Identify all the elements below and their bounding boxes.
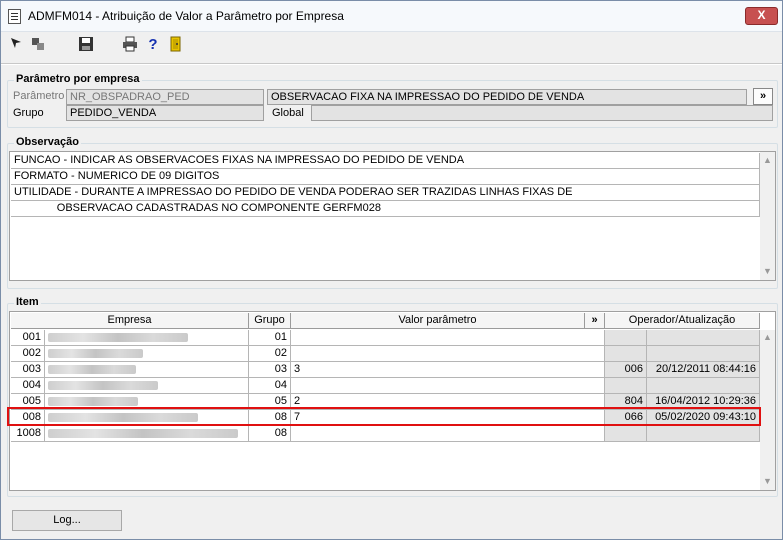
parametro-description-field[interactable]: OBSERVACAO FIXA NA IMPRESSAO DO PEDIDO D…: [267, 89, 747, 105]
global-field[interactable]: [311, 105, 773, 121]
observacao-line: OBSERVACAO CADASTRADAS NO COMPONENTE GER…: [11, 201, 760, 217]
parametro-label: Parâmetro: [13, 90, 65, 102]
document-icon: [8, 9, 21, 24]
window-title: ADMFM014 - Atribuição de Valor a Parâmet…: [28, 9, 344, 23]
grupo-cell: 08: [249, 426, 291, 442]
column-header-operador[interactable]: Operador/Atualização: [605, 313, 760, 329]
observacao-line: FUNCAO - INDICAR AS OBSERVACOES FIXAS NA…: [11, 153, 760, 169]
empresa-name-redacted: [45, 378, 249, 394]
close-button[interactable]: X: [745, 7, 778, 25]
observacao-line: UTILIDADE - DURANTE A IMPRESSAO DO PEDID…: [11, 185, 760, 201]
global-label: Global: [272, 107, 304, 119]
grupo-cell: 01: [249, 330, 291, 346]
scroll-down-icon[interactable]: ▼: [760, 474, 775, 489]
grupo-cell: 02: [249, 346, 291, 362]
valor-cell[interactable]: [291, 426, 605, 442]
grupo-cell: 03: [249, 362, 291, 378]
observacao-group-label: Observação: [14, 136, 81, 148]
column-header-empresa[interactable]: Empresa: [11, 313, 249, 329]
scroll-down-icon[interactable]: ▼: [760, 264, 775, 279]
valor-cell[interactable]: [291, 330, 605, 346]
empresa-code: 004: [11, 378, 45, 394]
empresa-code: 1008: [11, 426, 45, 442]
item-group-label: Item: [14, 296, 41, 308]
app-window: ADMFM014 - Atribuição de Valor a Parâmet…: [0, 0, 783, 540]
operador-cell: 006: [605, 362, 647, 378]
parametro-more-button[interactable]: »: [753, 88, 773, 105]
column-header-grupo[interactable]: Grupo: [249, 313, 291, 329]
empresa-code: 003: [11, 362, 45, 378]
toolbar: ?: [1, 33, 782, 57]
operador-cell: [605, 330, 647, 346]
parametro-field[interactable]: NR_OBSPADRAO_PED: [66, 89, 264, 105]
item-grid: Empresa Grupo Valor parâmetro » Operador…: [9, 311, 776, 491]
grupo-label: Grupo: [13, 107, 44, 119]
grupo-cell: 04: [249, 378, 291, 394]
window-tile-icon[interactable]: [29, 36, 47, 54]
help-icon[interactable]: ?: [144, 36, 162, 54]
arrow-select-icon[interactable]: [7, 36, 25, 54]
valor-cell[interactable]: [291, 378, 605, 394]
atualizacao-cell: [647, 330, 760, 346]
exit-door-icon[interactable]: [167, 36, 185, 54]
empresa-name-redacted: [45, 362, 249, 378]
scroll-up-icon[interactable]: ▲: [760, 153, 775, 168]
log-button[interactable]: Log...: [12, 510, 122, 531]
print-icon[interactable]: [121, 36, 139, 54]
scroll-up-icon[interactable]: ▲: [760, 330, 775, 345]
operador-cell: [605, 426, 647, 442]
item-grid-scrollbar[interactable]: ▲ ▼: [760, 330, 775, 490]
atualizacao-cell: [647, 346, 760, 362]
column-header-valor[interactable]: Valor parâmetro: [291, 313, 585, 329]
grupo-field[interactable]: PEDIDO_VENDA: [66, 105, 264, 121]
empresa-code: 001: [11, 330, 45, 346]
atualizacao-cell: [647, 378, 760, 394]
empresa-name-redacted: [45, 346, 249, 362]
parametro-group-label: Parâmetro por empresa: [14, 73, 142, 85]
empresa-name-redacted: [45, 330, 249, 346]
observacao-textarea[interactable]: FUNCAO - INDICAR AS OBSERVACOES FIXAS NA…: [9, 151, 776, 281]
column-header-more-button[interactable]: »: [585, 313, 605, 329]
toolbar-separator: [1, 63, 782, 65]
save-icon[interactable]: [77, 36, 95, 54]
observacao-scrollbar[interactable]: ▲ ▼: [760, 152, 775, 280]
valor-cell[interactable]: [291, 346, 605, 362]
operador-cell: [605, 346, 647, 362]
highlight-annotation-box: [7, 407, 761, 426]
empresa-code: 002: [11, 346, 45, 362]
atualizacao-cell: [647, 426, 760, 442]
observacao-line: FORMATO - NUMERICO DE 09 DIGITOS: [11, 169, 760, 185]
title-bar: ADMFM014 - Atribuição de Valor a Parâmet…: [1, 1, 782, 32]
valor-cell[interactable]: 3: [291, 362, 605, 378]
atualizacao-cell: 20/12/2011 08:44:16: [647, 362, 760, 378]
empresa-name-redacted: [45, 426, 249, 442]
operador-cell: [605, 378, 647, 394]
